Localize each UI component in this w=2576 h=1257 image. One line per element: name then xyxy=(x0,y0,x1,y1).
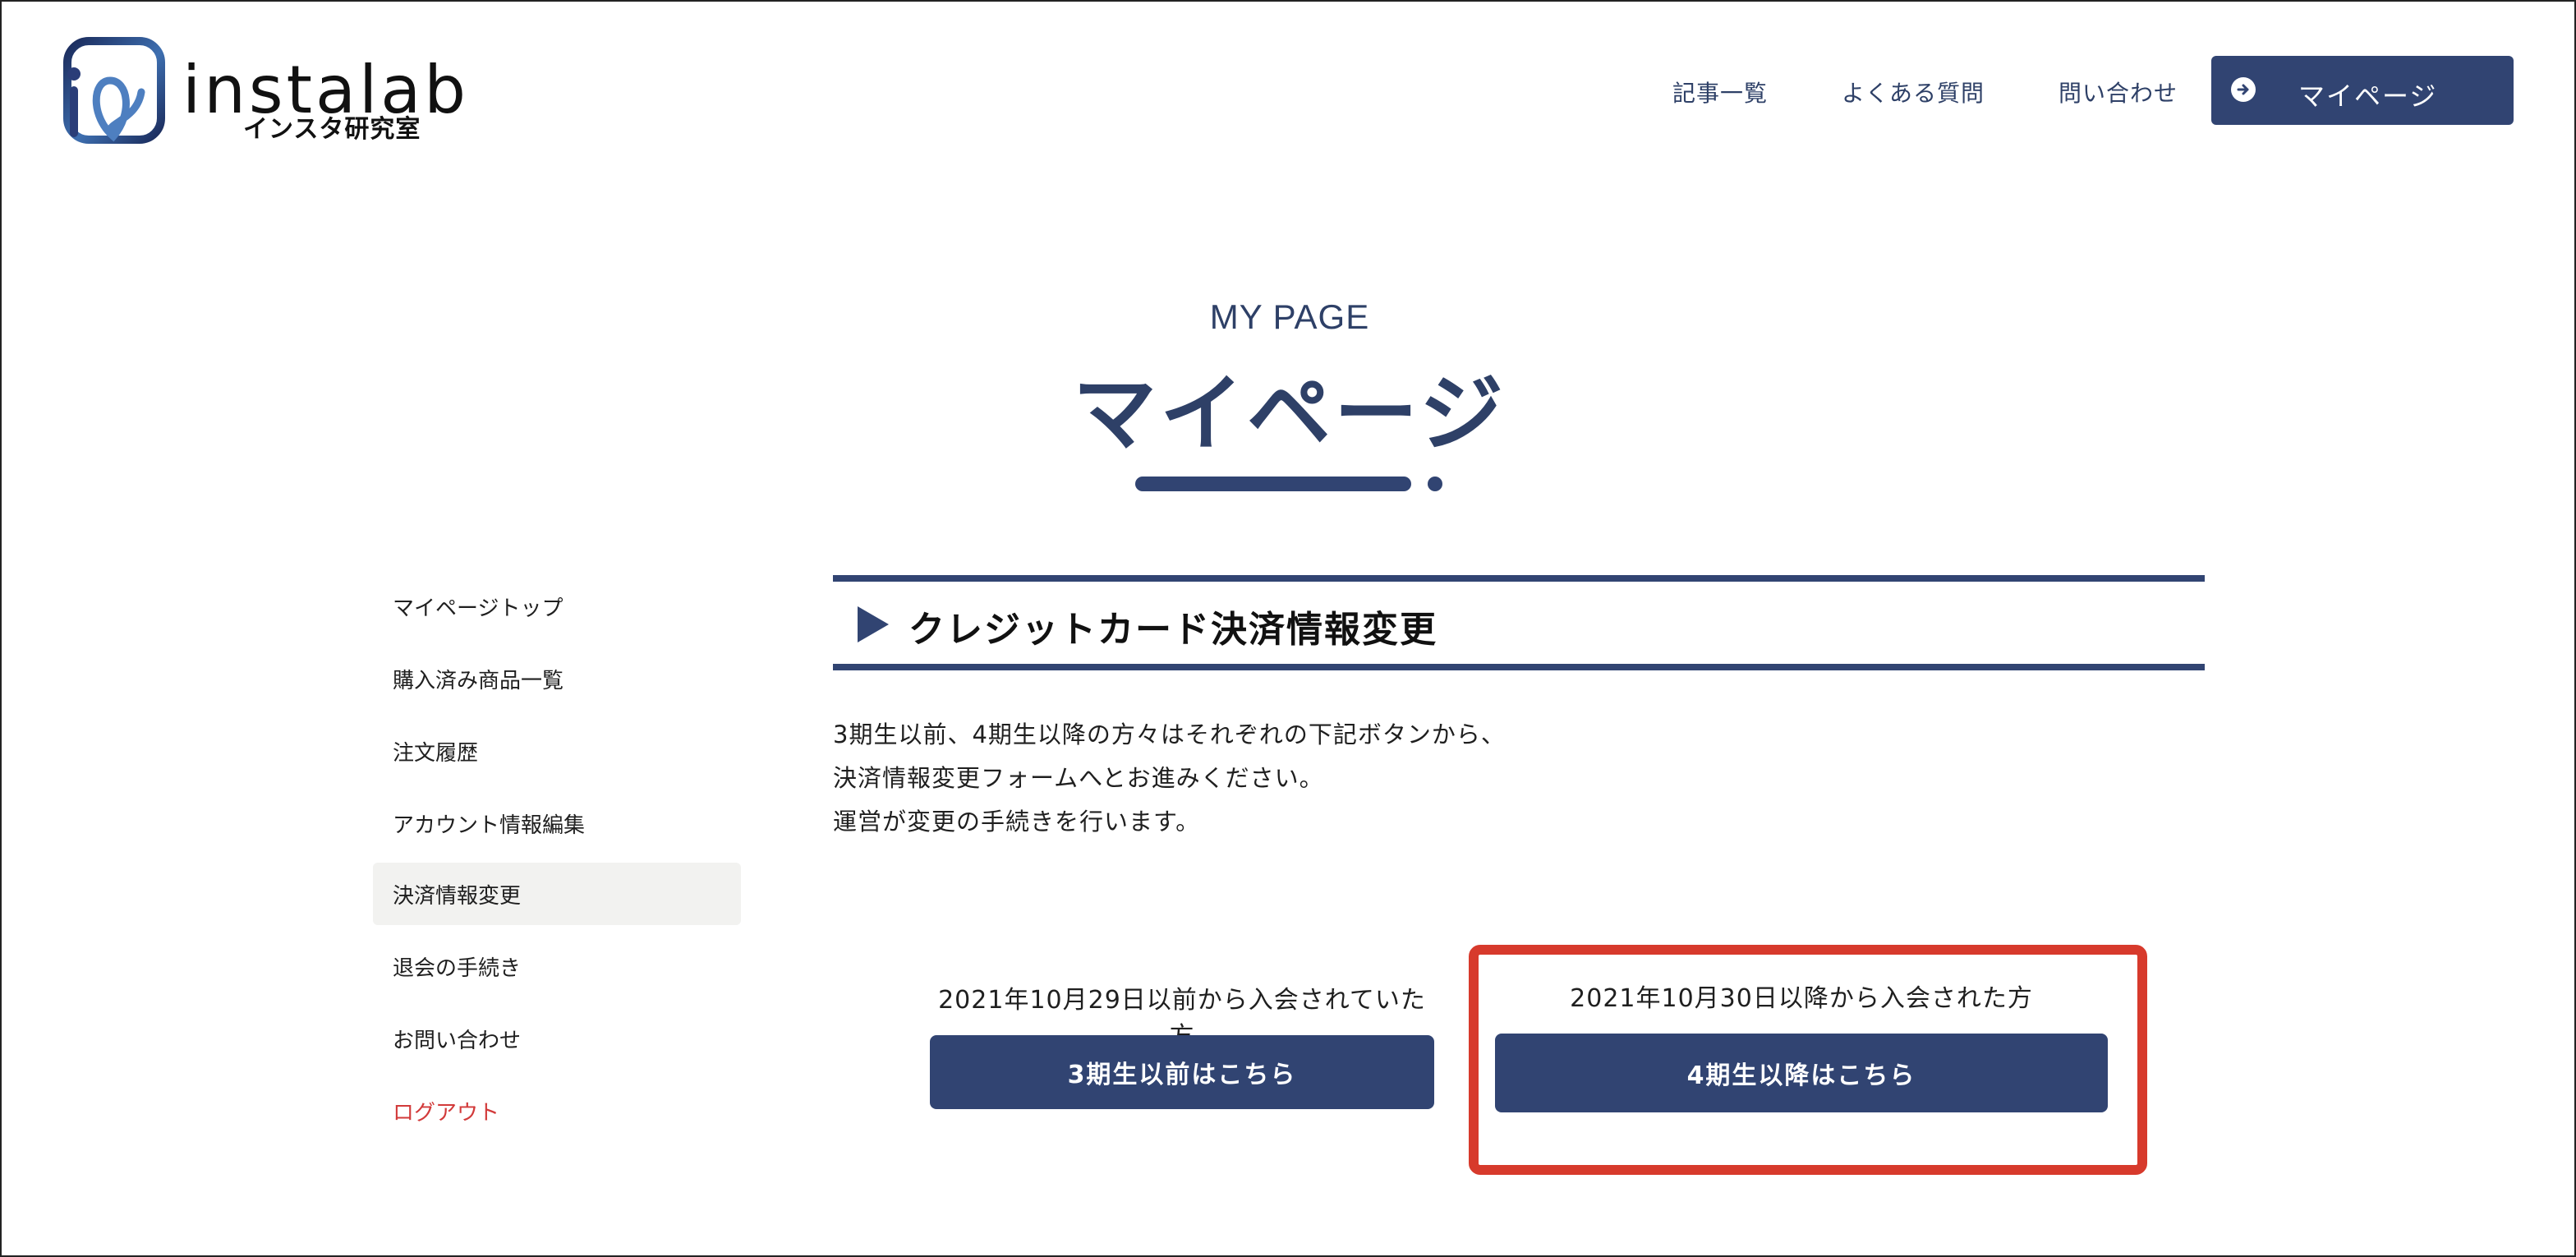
cohort-3-and-earlier-button[interactable]: 3期生以前はこちら xyxy=(930,1035,1434,1109)
instalab-logo-icon xyxy=(63,37,165,144)
cohort-4-and-later-button[interactable]: 4期生以降はこちら xyxy=(1495,1034,2108,1112)
option-caption-after: 2021年10月30日以降から入会された方 xyxy=(1570,984,2033,1013)
title-underline-dot xyxy=(1428,477,1442,491)
sidebar-item-withdrawal[interactable]: 退会の手続き xyxy=(373,935,741,997)
site-logo[interactable]: instalab インスタ研究室 xyxy=(62,35,490,150)
logo-subtitle: インスタ研究室 xyxy=(243,115,421,144)
triangle-right-icon xyxy=(858,606,889,642)
description-line: 3期生以前、4期生以降の方々はそれぞれの下記ボタンから、 xyxy=(833,721,1506,748)
nav-contact-link[interactable]: 問い合わせ xyxy=(2058,76,2178,108)
page-title-en: MY PAGE xyxy=(1209,297,1370,336)
page-title: マイページ xyxy=(1073,366,1506,463)
title-underline xyxy=(1135,477,1411,491)
sidebar-item-purchased-products[interactable]: 購入済み商品一覧 xyxy=(373,647,741,710)
arrow-right-circle-icon xyxy=(2231,77,2256,102)
sidebar-item-account-edit[interactable]: アカウント情報編集 xyxy=(373,792,741,854)
sidebar-item-inquiry[interactable]: お問い合わせ xyxy=(373,1007,741,1070)
nav-faq-link[interactable]: よくある質問 xyxy=(1842,76,1985,108)
sidebar-item-logout[interactable]: ログアウト xyxy=(373,1080,741,1142)
nav-articles-link[interactable]: 記事一覧 xyxy=(1672,76,1768,108)
section-description: 3期生以前、4期生以降の方々はそれぞれの下記ボタンから、 決済情報変更フォームへ… xyxy=(833,713,1506,844)
section-title: クレジットカード決済情報変更 xyxy=(908,609,1438,651)
section-header-top-rule xyxy=(833,575,2205,582)
sidebar-item-order-history[interactable]: 注文履歴 xyxy=(373,720,741,782)
sidebar-item-payment-change[interactable]: 決済情報変更 xyxy=(373,863,741,925)
description-line: 運営が変更の手続きを行います。 xyxy=(833,808,1201,836)
section-header-bottom-rule xyxy=(833,664,2205,670)
sidebar-item-mypage-top[interactable]: マイページトップ xyxy=(373,575,741,638)
mypage-button[interactable]: マイページ xyxy=(2211,56,2514,125)
mypage-button-label: マイページ xyxy=(2298,81,2438,112)
description-line: 決済情報変更フォームへとお進みください。 xyxy=(833,764,1324,792)
